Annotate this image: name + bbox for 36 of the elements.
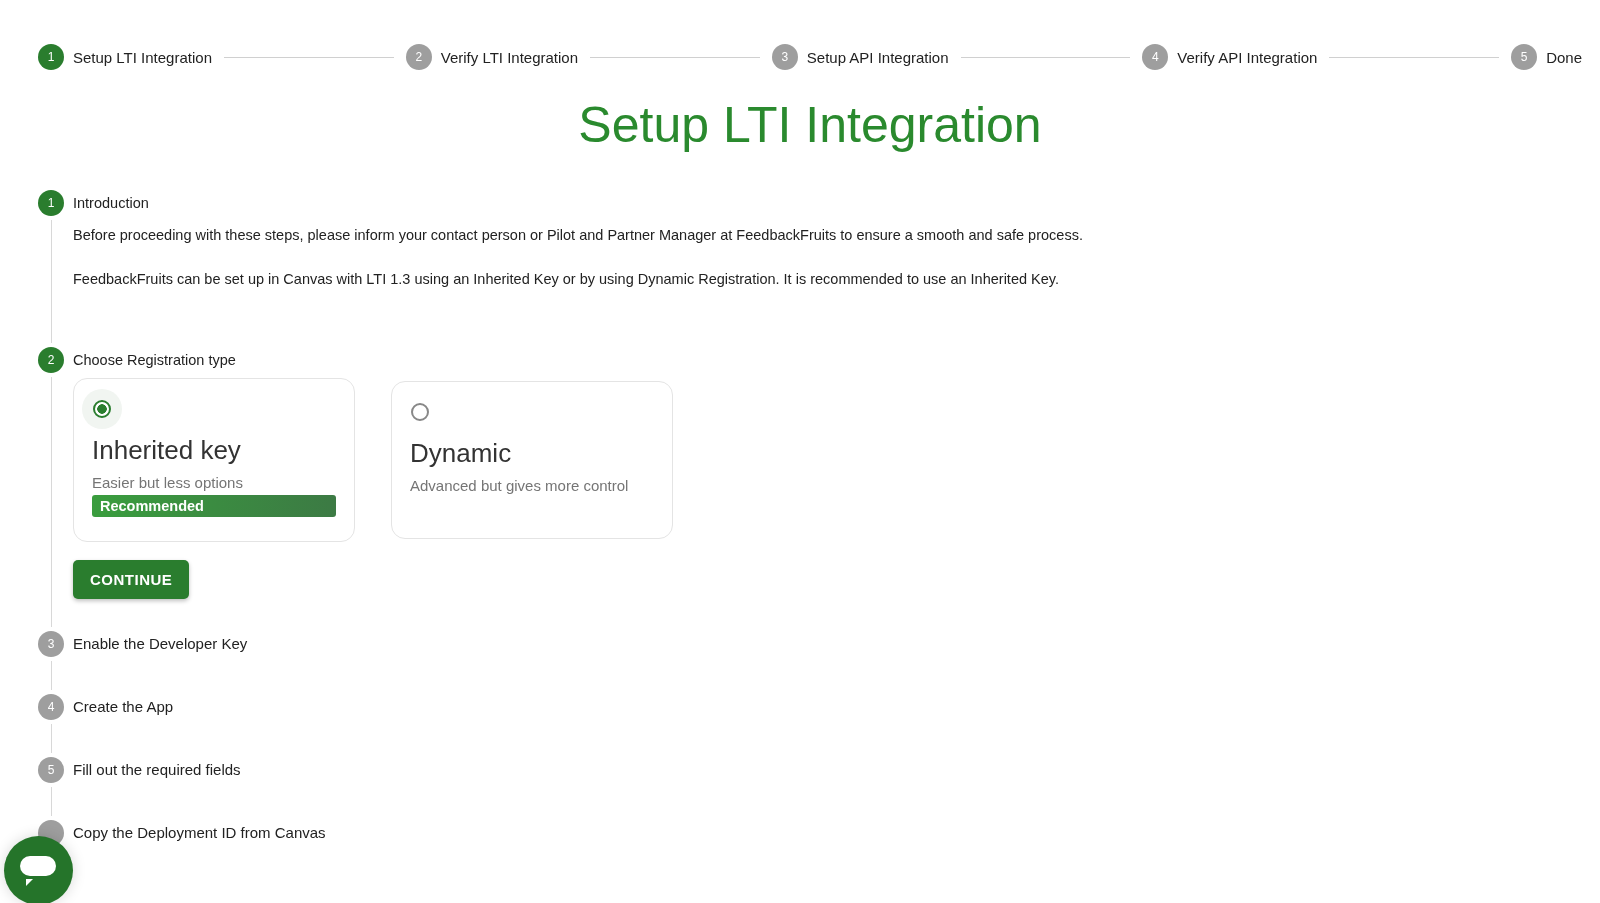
- step-number: 3: [38, 631, 64, 657]
- paragraph: Before proceeding with these steps, please inform your contact person or Pilot and Partner Manager at FeedbackFruits to ensure a smooth and safe process.: [73, 227, 1084, 243]
- option-subtitle: Advanced but gives more control: [410, 477, 629, 494]
- option-title: Dynamic: [410, 438, 512, 469]
- option-subtitle: Easier but less options: [92, 474, 243, 491]
- step-number: 3: [771, 44, 798, 70]
- option-title: Inherited key: [92, 435, 241, 466]
- step-number: 5: [1511, 44, 1538, 70]
- option-card[interactable]: Dynamic Advanced but gives more control: [391, 381, 673, 539]
- step-number: 2: [405, 44, 432, 70]
- step-number: 5: [38, 757, 64, 783]
- step-number: 4: [38, 694, 64, 720]
- option-card[interactable]: Inherited key Easier but less options Recommended: [73, 378, 355, 542]
- chat-button[interactable]: [4, 836, 73, 903]
- step-label: Verify LTI Integration: [440, 48, 579, 66]
- step-label: Setup API Integration: [806, 48, 949, 66]
- step-number: 4: [1142, 44, 1169, 70]
- step-number: 2: [38, 347, 64, 373]
- step-label: Create the App: [73, 697, 175, 717]
- step-label: Choose Registration type: [73, 351, 237, 370]
- recommended-badge: Recommended: [92, 495, 336, 517]
- step-label: Done: [1546, 48, 1582, 66]
- radio-button[interactable]: [411, 403, 429, 421]
- step-label: Copy the Deployment ID from Canvas: [73, 823, 327, 843]
- continue-button[interactable]: CONTINUE: [73, 560, 190, 599]
- step-label: Fill out the required fields: [73, 760, 242, 780]
- step-label: Introduction: [73, 194, 150, 213]
- step-label: Setup LTI Integration: [73, 48, 212, 66]
- paragraph: FeedbackFruits can be set up in Canvas with LTI 1.3 using an Inherited Key or by using Dynamic Registration. It is recommended to use an Inherited Key.: [73, 271, 1060, 287]
- step-label: Verify API Integration: [1177, 48, 1318, 66]
- step-number: 1: [38, 44, 64, 70]
- radio-button[interactable]: [93, 400, 111, 418]
- chat-bubble-icon: [18, 853, 59, 888]
- step-number: 1: [38, 190, 64, 216]
- page-title: Setup LTI Integration: [577, 96, 1043, 154]
- step-label: Enable the Developer Key: [73, 634, 249, 654]
